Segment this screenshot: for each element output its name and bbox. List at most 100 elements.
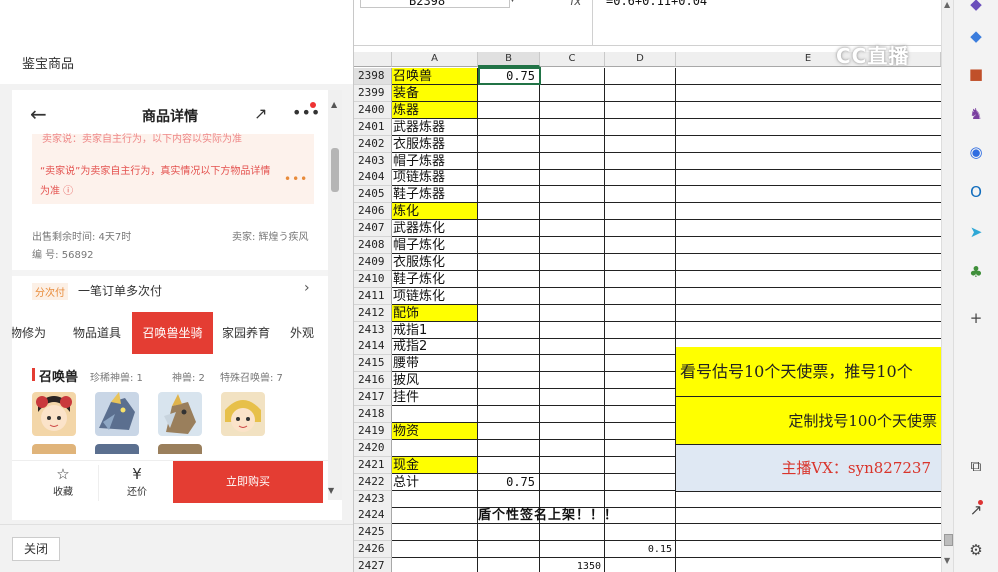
row-header[interactable]: 2404	[354, 169, 392, 187]
cell-a[interactable]: 戒指2	[392, 338, 478, 356]
cell-d[interactable]	[605, 186, 676, 204]
cell-b[interactable]	[478, 558, 540, 572]
cell-b[interactable]	[478, 169, 540, 187]
cell-c[interactable]	[540, 372, 605, 390]
cell-c[interactable]	[540, 439, 605, 457]
cell-a[interactable]	[392, 406, 478, 423]
cell-c[interactable]	[540, 84, 605, 102]
cell-a[interactable]	[392, 524, 478, 542]
scroll-thumb[interactable]	[331, 148, 339, 192]
row-header[interactable]: 2407	[354, 220, 392, 238]
cell-d[interactable]	[605, 490, 676, 508]
chess-icon[interactable]: ♞	[962, 104, 990, 124]
row-header[interactable]: 2402	[354, 135, 392, 153]
cell-b[interactable]	[478, 406, 540, 423]
cell-d[interactable]	[605, 389, 676, 407]
row-header[interactable]: 2427	[354, 558, 392, 572]
cell-a[interactable]: 装备	[392, 84, 478, 102]
row-header[interactable]: 2424	[354, 507, 392, 525]
tab-items[interactable]: 物品道具	[73, 312, 121, 354]
row-header[interactable]: 2416	[354, 372, 392, 390]
cell-a[interactable]	[392, 439, 478, 457]
cell-c[interactable]	[540, 338, 605, 356]
scroll-up-icon[interactable]: ▲	[331, 100, 337, 109]
name-box[interactable]: B2398 ▼	[360, 0, 516, 8]
tab-home[interactable]: 家园养育	[222, 312, 270, 354]
cell-a[interactable]: 戒指1	[392, 321, 478, 339]
row-header[interactable]: 2405	[354, 186, 392, 204]
cell-e[interactable]	[676, 186, 941, 204]
cell-b[interactable]	[478, 524, 540, 542]
select-all-corner[interactable]	[354, 52, 392, 67]
cell-c[interactable]	[540, 389, 605, 407]
cell-b[interactable]	[478, 152, 540, 170]
cell-d[interactable]	[605, 355, 676, 373]
cell-e[interactable]	[676, 220, 941, 238]
cell-d[interactable]	[605, 456, 676, 474]
tab-summons[interactable]: 召唤兽坐骑	[132, 312, 213, 354]
cell-d[interactable]	[605, 135, 676, 153]
scroll-up-icon[interactable]: ▲	[944, 0, 950, 9]
cell-b[interactable]	[478, 389, 540, 407]
column-header-c[interactable]: C	[540, 52, 605, 67]
row-header[interactable]: 2399	[354, 84, 392, 102]
row-header[interactable]: 2403	[354, 152, 392, 170]
cell-c[interactable]	[540, 68, 605, 85]
tree-icon[interactable]: ♣	[962, 262, 990, 282]
cell-d[interactable]	[605, 68, 676, 85]
outlook-icon[interactable]: O	[962, 182, 990, 202]
cell-a[interactable]	[392, 558, 478, 572]
tab-appearance[interactable]: 外观	[290, 312, 314, 354]
cell-a[interactable]	[392, 490, 478, 508]
cell-b[interactable]	[478, 118, 540, 136]
cell-d[interactable]	[605, 422, 676, 440]
tag-icon[interactable]: ◆	[962, 26, 990, 46]
cell-c[interactable]	[540, 304, 605, 322]
cell-e[interactable]	[676, 237, 941, 254]
fx-icon[interactable]: fx	[570, 0, 581, 8]
installment-row[interactable]: 分次付 一笔订单多次付 ›	[32, 280, 322, 304]
cell-b[interactable]	[478, 84, 540, 102]
cell-a[interactable]: 召唤兽	[392, 68, 478, 85]
cell-c[interactable]	[540, 270, 605, 288]
cell-d[interactable]	[605, 524, 676, 542]
cell-b[interactable]	[478, 287, 540, 305]
cell-a[interactable]: 鞋子炼器	[392, 186, 478, 204]
cell-d[interactable]	[605, 237, 676, 254]
pet-avatar[interactable]	[221, 392, 265, 436]
cell-d[interactable]	[605, 101, 676, 119]
cell-b[interactable]	[478, 439, 540, 457]
row-header[interactable]: 2422	[354, 473, 392, 491]
pet-avatar[interactable]	[32, 392, 76, 436]
column-header-d[interactable]: D	[605, 52, 676, 67]
cell-c[interactable]	[540, 186, 605, 204]
cell-a[interactable]: 现金	[392, 456, 478, 474]
cell-a[interactable]	[392, 541, 478, 559]
cell-a[interactable]	[392, 507, 478, 525]
column-header-b[interactable]: B	[478, 52, 540, 67]
cell-b[interactable]	[478, 456, 540, 474]
cell-c[interactable]: 1350	[540, 558, 605, 572]
cell-e[interactable]	[676, 119, 941, 136]
cell-c[interactable]	[540, 355, 605, 373]
briefcase-icon[interactable]: ■	[962, 64, 990, 84]
cell-c[interactable]	[540, 169, 605, 187]
cell-e[interactable]	[676, 85, 941, 102]
cell-b[interactable]	[478, 135, 540, 153]
cell-d[interactable]	[605, 253, 676, 271]
row-header[interactable]: 2410	[354, 270, 392, 288]
cell-c[interactable]	[540, 253, 605, 271]
cell-c[interactable]	[540, 422, 605, 440]
cell-a[interactable]: 总计	[392, 473, 478, 491]
row-header[interactable]: 2414	[354, 338, 392, 356]
cell-e[interactable]	[676, 102, 941, 119]
cell-c[interactable]	[540, 287, 605, 305]
cell-b[interactable]	[478, 338, 540, 356]
cell-b[interactable]	[478, 541, 540, 559]
row-header[interactable]: 2417	[354, 389, 392, 407]
cell-d[interactable]	[605, 321, 676, 339]
cell-d[interactable]	[605, 473, 676, 491]
cell-b[interactable]	[478, 186, 540, 204]
row-header[interactable]: 2406	[354, 203, 392, 221]
row-header[interactable]: 2425	[354, 524, 392, 542]
